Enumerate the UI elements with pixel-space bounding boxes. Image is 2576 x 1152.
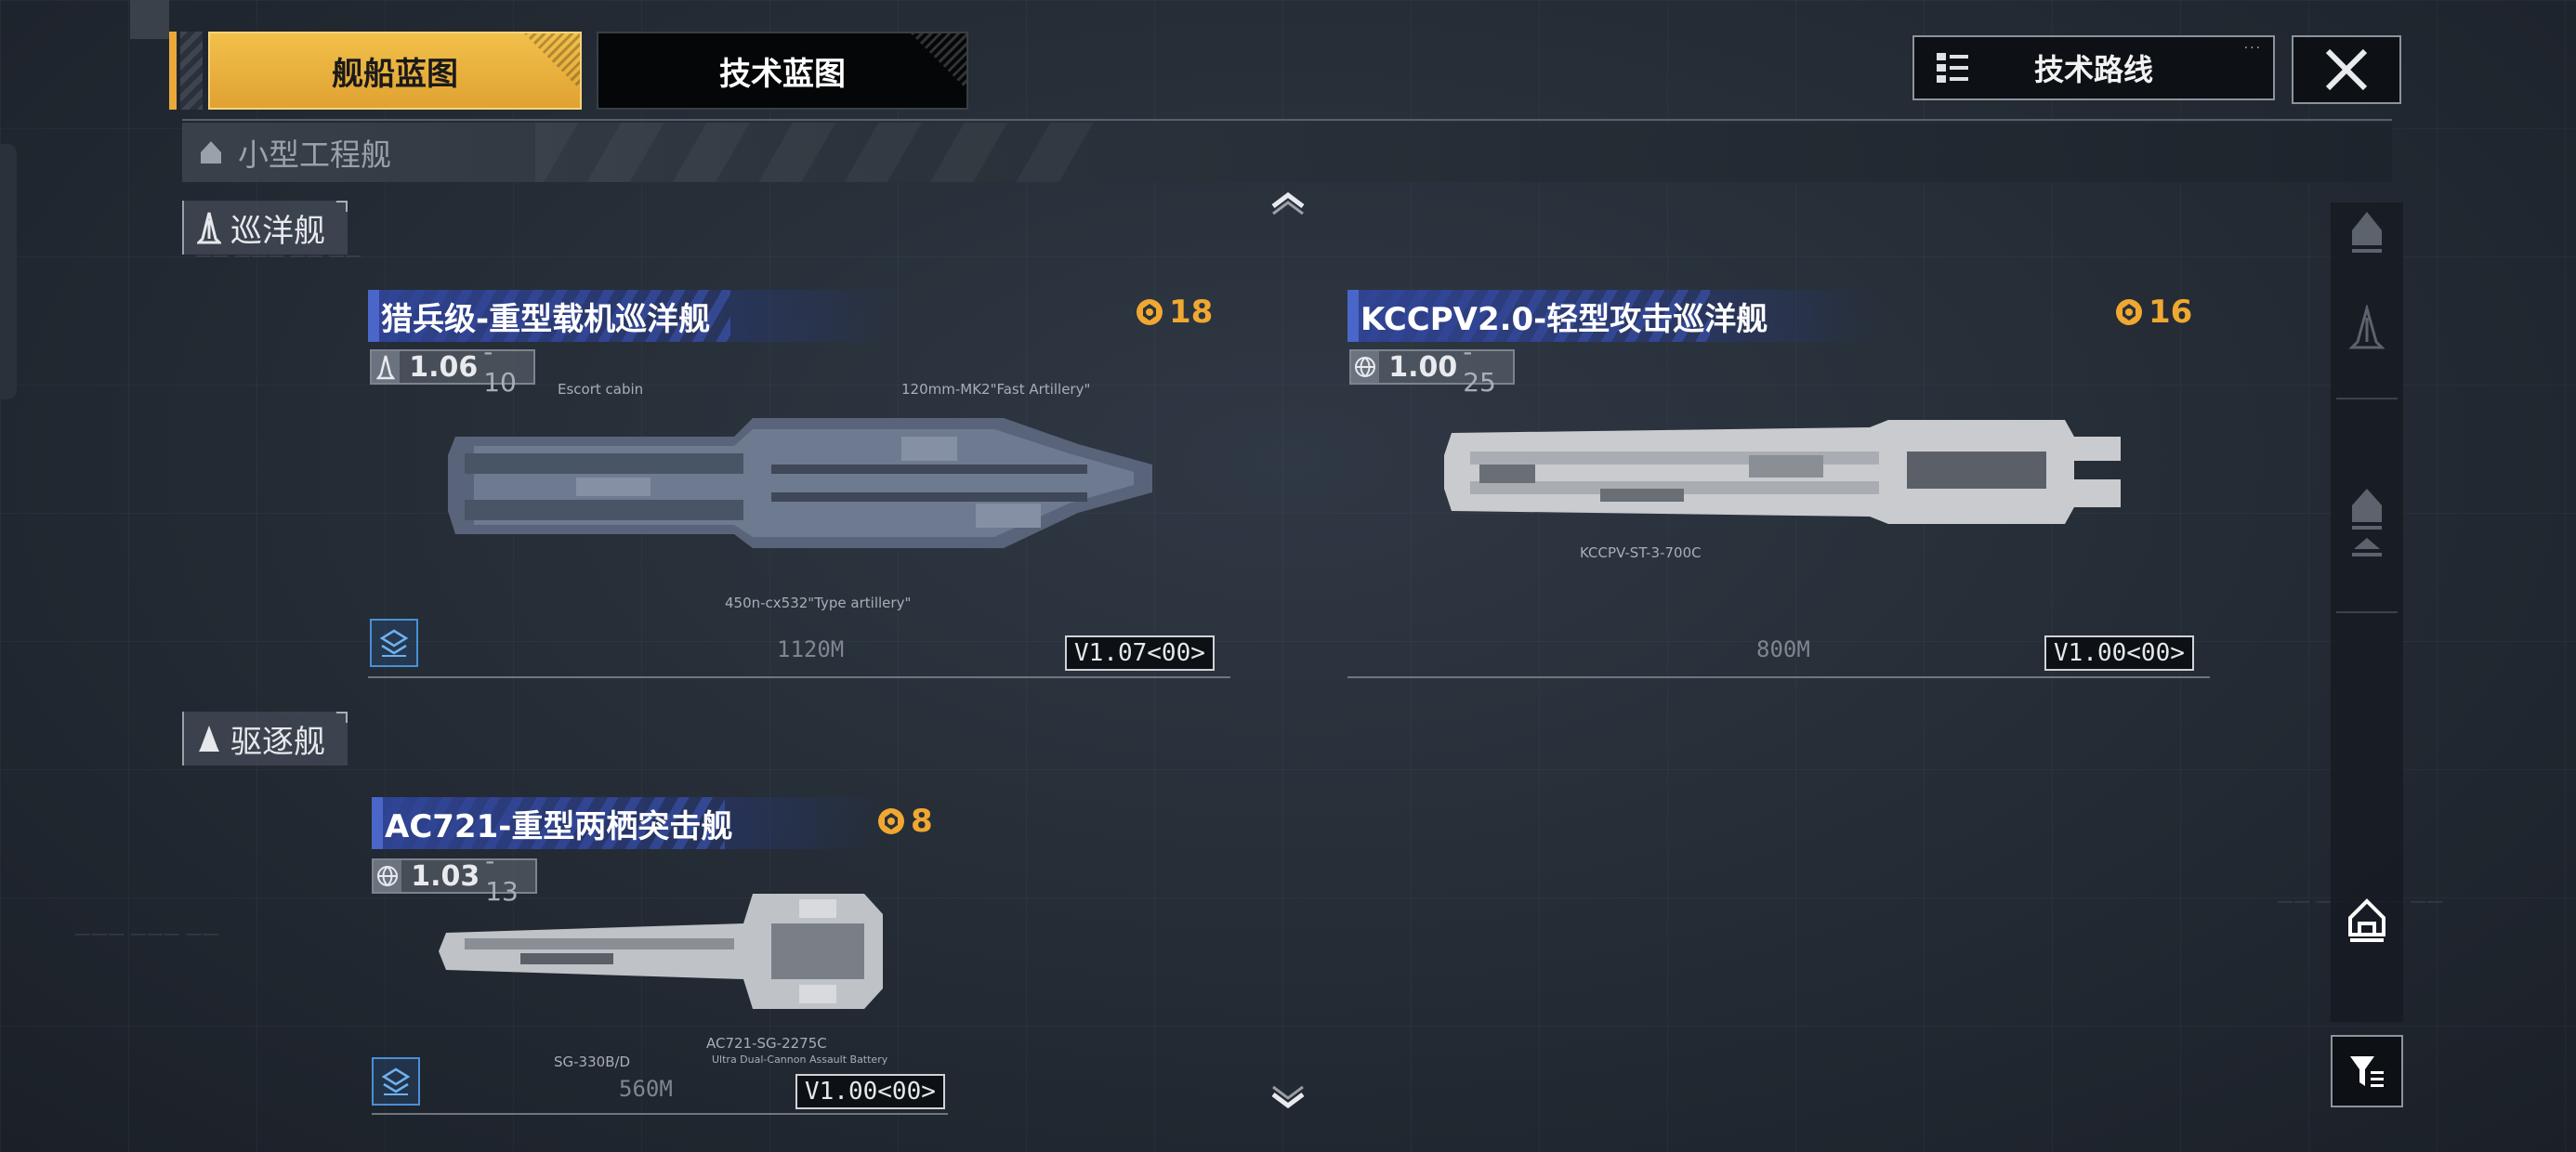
tab-accent-bar (169, 32, 177, 110)
ship-name: 猎兵级-重型载机巡洋舰 (368, 290, 901, 342)
ship-points: 16 (2113, 294, 2192, 331)
annotation: Ultra Dual-Cannon Assault Battery (712, 1054, 888, 1066)
ship-length: 560M (619, 1076, 673, 1102)
engineering-ship-icon (2348, 898, 2385, 942)
ship-points-value: 18 (1169, 294, 1214, 331)
section-destroyer: 驱逐舰 (182, 712, 348, 766)
cruiser-icon (372, 351, 401, 383)
tab-tech-blueprint-label: 技术蓝图 (719, 55, 846, 93)
header-divider (182, 119, 2392, 121)
blueprint-version: V1.00<00> (795, 1074, 945, 1109)
ship-image (439, 894, 883, 1009)
ship-points: 8 (875, 803, 933, 840)
ship-length: 1120M (777, 636, 845, 662)
ship-points-value: 16 (2149, 294, 2193, 331)
annotation: Escort cabin (558, 381, 644, 398)
blueprint-version: V1.00<00> (2044, 635, 2194, 671)
blueprint-version: V1.07<00> (1065, 635, 1215, 671)
ship-name: KCCPV2.0-轻型攻击巡洋舰 (1347, 290, 1881, 342)
blueprint-point-icon (2116, 299, 2142, 325)
corner-marker (130, 0, 169, 39)
version-sub: - 25 (1463, 336, 1496, 398)
layers-icon (381, 1067, 411, 1095)
annotation: KCCPV-ST-3-700C (1580, 544, 1702, 561)
ship-points: 18 (1134, 294, 1213, 331)
tab-ship-blueprint-label: 舰船蓝图 (332, 55, 458, 93)
annotation: SG-330B/D (554, 1054, 631, 1070)
length-ruler (372, 1113, 948, 1115)
version-sub: - 10 (483, 336, 517, 398)
blueprint-point-icon (1137, 299, 1163, 325)
ship-type-filter-panel (2331, 203, 2403, 1022)
tab-ship-blueprint[interactable]: 舰船蓝图 (208, 32, 582, 110)
blueprint-point-icon (878, 808, 904, 834)
section-cruiser: 巡洋舰 (182, 201, 348, 255)
ship-points-value: 8 (911, 803, 933, 840)
carrier-icon (2352, 212, 2382, 253)
ship-image (1444, 420, 2121, 524)
version-badge: 1.00 - 25 (1349, 336, 1515, 398)
ship-name: AC721-重型两栖突击舰 (372, 797, 887, 849)
section-destroyer-label: 驱逐舰 (230, 723, 325, 761)
length-ruler (1347, 676, 2210, 678)
left-edge-tab[interactable] (0, 144, 17, 399)
section-cruiser-label: 巡洋舰 (230, 212, 325, 250)
ship-length: 800M (1756, 636, 1810, 662)
annotation: AC721-SG-2275C (706, 1035, 827, 1052)
length-ruler (368, 676, 1230, 678)
version-badge: 1.06 - 10 (370, 336, 535, 398)
filter-button[interactable] (2331, 1035, 2403, 1107)
tab-tech-blueprint[interactable]: 技术蓝图 (597, 32, 968, 110)
version-main: 1.06 (409, 350, 479, 384)
version-main: 1.00 (1388, 350, 1458, 384)
globe-icon (1351, 351, 1380, 383)
filter-icon (2350, 1056, 2384, 1087)
filter-engineering-active[interactable] (2331, 884, 2403, 959)
close-button[interactable] (2292, 35, 2401, 104)
ship-image (448, 418, 1152, 548)
filter-cruiser[interactable] (2331, 292, 2403, 366)
destroyer-icon (199, 726, 219, 752)
close-icon (2325, 48, 2368, 91)
cruiser-icon (2348, 305, 2385, 349)
scroll-down-icon[interactable] (1269, 1083, 1307, 1111)
filter-frigate[interactable] (2331, 511, 2403, 585)
blueprint-layer-button[interactable] (372, 1057, 420, 1106)
annotation: 120mm-MK2"Fast Artillery" (901, 381, 1091, 398)
category-label: 小型工程舰 (238, 137, 391, 173)
cruiser-icon (197, 212, 221, 244)
dots-icon: ··· (2243, 41, 2262, 56)
annotation: 450n-cx532"Type artillery" (725, 595, 912, 611)
globe-icon (374, 860, 402, 892)
tech-route-label: 技术路线 (2033, 52, 2153, 87)
engineering-ship-icon (201, 141, 221, 164)
layers-icon (379, 629, 409, 657)
frigate-icon (2352, 538, 2382, 556)
blueprint-layer-button[interactable] (370, 619, 418, 667)
category-bar: 小型工程舰 (182, 123, 2392, 182)
filter-carrier[interactable] (2331, 195, 2403, 269)
tab-stripe (180, 32, 203, 110)
scroll-up-icon[interactable] (1269, 188, 1307, 216)
tech-route-button[interactable]: 技术路线 ··· (1912, 35, 2275, 100)
